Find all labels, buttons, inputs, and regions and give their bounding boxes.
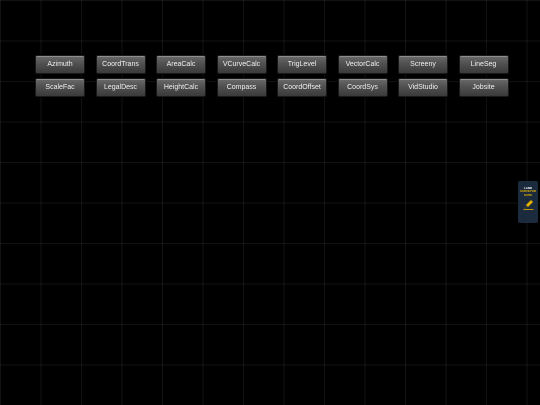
areacalc-button[interactable]: AreaCalc [156, 55, 206, 74]
brand-logo[interactable]: LAND SURVEYOR SUITE [518, 181, 538, 223]
coordsys-button[interactable]: CoordSys [337, 78, 388, 97]
vcurvecalc-button[interactable]: VCurveCalc [216, 55, 267, 74]
heightcalc-button[interactable]: HeightCalc [156, 78, 206, 97]
jobsite-button[interactable]: Jobsite [458, 78, 509, 97]
vidstudio-button[interactable]: VidStudio [398, 78, 448, 97]
scalefac-button[interactable]: ScaleFac [35, 78, 85, 97]
app-launcher-grid: Azimuth CoordTrans AreaCalc VCurveCalc T… [35, 55, 509, 97]
app-screen: Azimuth CoordTrans AreaCalc VCurveCalc T… [0, 0, 540, 405]
logo-line-3: SUITE [523, 192, 533, 197]
compass-button[interactable]: Compass [216, 78, 267, 97]
vectorcalc-button[interactable]: VectorCalc [337, 55, 388, 74]
triglevel-button[interactable]: TrigLevel [277, 55, 327, 74]
screeny-button[interactable]: Screeny [398, 55, 448, 74]
surveyor-pencil-icon [523, 200, 533, 211]
coordoffset-button[interactable]: CoordOffset [277, 78, 327, 97]
legaldesc-button[interactable]: LegalDesc [95, 78, 146, 97]
azimuth-button[interactable]: Azimuth [35, 55, 85, 74]
coordtrans-button[interactable]: CoordTrans [95, 55, 146, 74]
lineseg-button[interactable]: LineSeg [458, 55, 509, 74]
